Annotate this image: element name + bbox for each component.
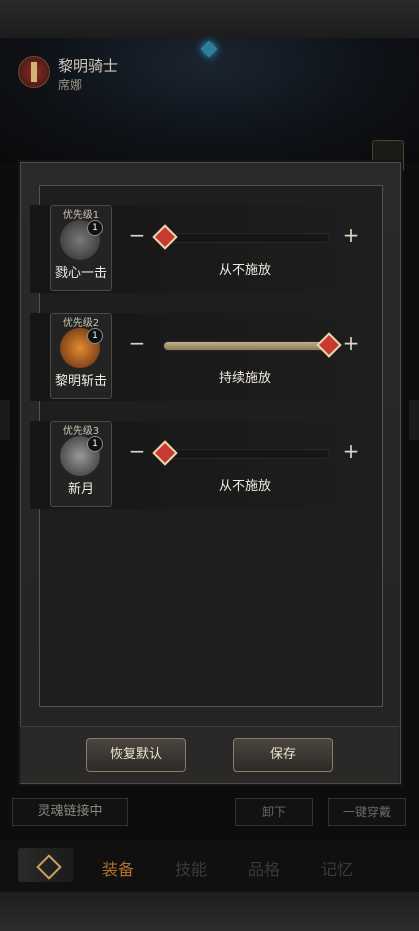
soul-link-button: 灵魂链接中 [12,798,128,826]
right-arrow-icon[interactable] [409,400,419,440]
priority-label: 优先级3 [62,426,100,437]
cast-status: 从不施放 [218,263,271,278]
skill-card[interactable]: 优先级2 1 黎明斩击 [50,313,112,399]
tab-equipment[interactable]: 装备 [102,856,134,880]
frequency-slider[interactable] [152,224,329,250]
increase-button[interactable]: + [340,333,362,355]
cast-status: 持续施放 [218,371,271,386]
slider-knob[interactable] [152,224,178,250]
save-button[interactable]: 保存 [233,738,333,772]
slider-knob[interactable] [316,332,342,358]
skill-card[interactable]: 优先级3 1 新月 [50,421,112,507]
tab-skills[interactable]: 技能 [175,856,207,880]
top-bar [0,0,419,39]
frequency-slider[interactable] [163,332,342,358]
dialog-footer [20,726,399,783]
skill-card[interactable]: 优先级1 1 戮心一击 [50,205,112,291]
character-name: 席娜 [58,78,83,92]
increase-button[interactable]: + [340,441,362,463]
skill-row: 优先级1 1 戮心一击 − + 从不施放 [30,205,372,293]
character-title: 黎明骑士 [58,57,119,75]
slider-knob[interactable] [152,440,178,466]
decrease-button[interactable]: − [126,333,148,355]
decrease-button[interactable]: − [126,441,148,463]
level-badge: 1 [87,220,103,236]
bottom-strip [0,892,419,931]
equip-all-button: 一键穿戴 [328,798,406,826]
increase-button[interactable]: + [340,225,362,247]
frequency-slider[interactable] [152,440,329,466]
slider-fill [164,342,328,350]
nav-emblem-icon[interactable] [18,848,74,882]
priority-label: 优先级2 [62,318,100,329]
restore-default-button[interactable]: 恢复默认 [86,738,186,772]
skill-name: 戮心一击 [54,266,107,281]
tab-character[interactable]: 品格 [248,856,280,880]
skill-row: 优先级3 1 新月 − + 从不施放 [30,421,372,509]
priority-label: 优先级1 [62,210,100,221]
level-badge: 1 [87,436,103,452]
skill-row: 优先级2 1 黎明斩击 − + 持续施放 [30,313,372,401]
character-emblem-icon [18,56,50,88]
cast-status: 从不施放 [218,479,271,494]
skill-name: 新月 [67,482,94,497]
level-badge: 1 [87,328,103,344]
left-arrow-icon[interactable] [0,400,10,440]
decrease-button[interactable]: − [126,225,148,247]
unequip-button: 卸下 [235,798,313,826]
tab-memory[interactable]: 记忆 [321,856,353,880]
skill-name: 黎明斩击 [54,374,107,389]
